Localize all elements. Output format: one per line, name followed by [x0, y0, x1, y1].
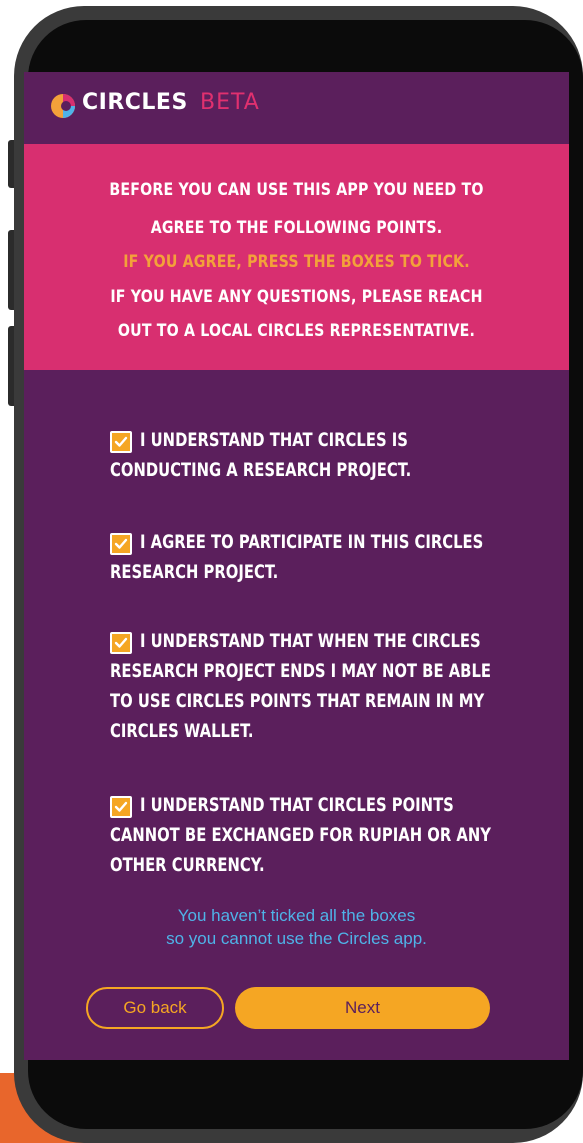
agreement-text: CANNOT BE EXCHANGED FOR RUPIAH OR ANY — [110, 825, 491, 846]
next-button[interactable]: Next — [235, 987, 490, 1029]
agreement-text: RESEARCH PROJECT. — [110, 562, 279, 583]
notice-instruction: IF YOU AGREE, PRESS THE BOXES TO TICK. — [123, 252, 470, 271]
circles-logo-icon — [51, 94, 75, 118]
agreement-text: CONDUCTING A RESEARCH PROJECT. — [110, 460, 412, 481]
agreement-text: CIRCLES WALLET. — [110, 721, 254, 742]
beta-badge: BETA — [200, 90, 260, 115]
device-mockup: CIRCLES BETA BEFORE YOU CAN USE THIS APP… — [0, 0, 583, 1143]
agreement-checkbox[interactable] — [110, 533, 132, 555]
agreement-checkbox[interactable] — [110, 632, 132, 654]
agreement-text: I UNDERSTAND THAT CIRCLES IS — [140, 430, 408, 451]
checkmark-icon — [114, 538, 128, 549]
checkmark-icon — [114, 801, 128, 812]
agreement-text: TO USE CIRCLES POINTS THAT REMAIN IN MY — [110, 691, 485, 712]
agreement-text: RESEARCH PROJECT ENDS I MAY NOT BE ABLE — [110, 661, 491, 682]
app-bar: CIRCLES BETA — [24, 72, 569, 144]
warning-message: You haven’t ticked all the boxes — [177, 906, 416, 925]
agreement-checkbox[interactable] — [110, 431, 132, 453]
notice-line: AGREE TO THE FOLLOWING POINTS. — [150, 218, 443, 237]
notice-line: BEFORE YOU CAN USE THIS APP YOU NEED TO — [109, 180, 484, 199]
warning-message: so you cannot use the Circles app. — [166, 929, 427, 948]
go-back-button[interactable]: Go back — [86, 987, 224, 1029]
agreement-text: I UNDERSTAND THAT CIRCLES POINTS — [140, 795, 454, 816]
app-screen: CIRCLES BETA BEFORE YOU CAN USE THIS APP… — [24, 72, 569, 1060]
agreement-text: OTHER CURRENCY. — [110, 855, 265, 876]
notice-line: IF YOU HAVE ANY QUESTIONS, PLEASE REACH — [110, 287, 483, 306]
app-title: CIRCLES — [82, 90, 188, 115]
notice-banner: BEFORE YOU CAN USE THIS APP YOU NEED TO … — [24, 144, 569, 370]
agreement-text: I UNDERSTAND THAT WHEN THE CIRCLES — [140, 631, 481, 652]
notice-line: OUT TO A LOCAL CIRCLES REPRESENTATIVE. — [117, 321, 476, 340]
agreement-text: I AGREE TO PARTICIPATE IN THIS CIRCLES — [140, 532, 484, 553]
agreement-checkbox[interactable] — [110, 796, 132, 818]
checkmark-icon — [114, 637, 128, 648]
checkmark-icon — [114, 436, 128, 447]
